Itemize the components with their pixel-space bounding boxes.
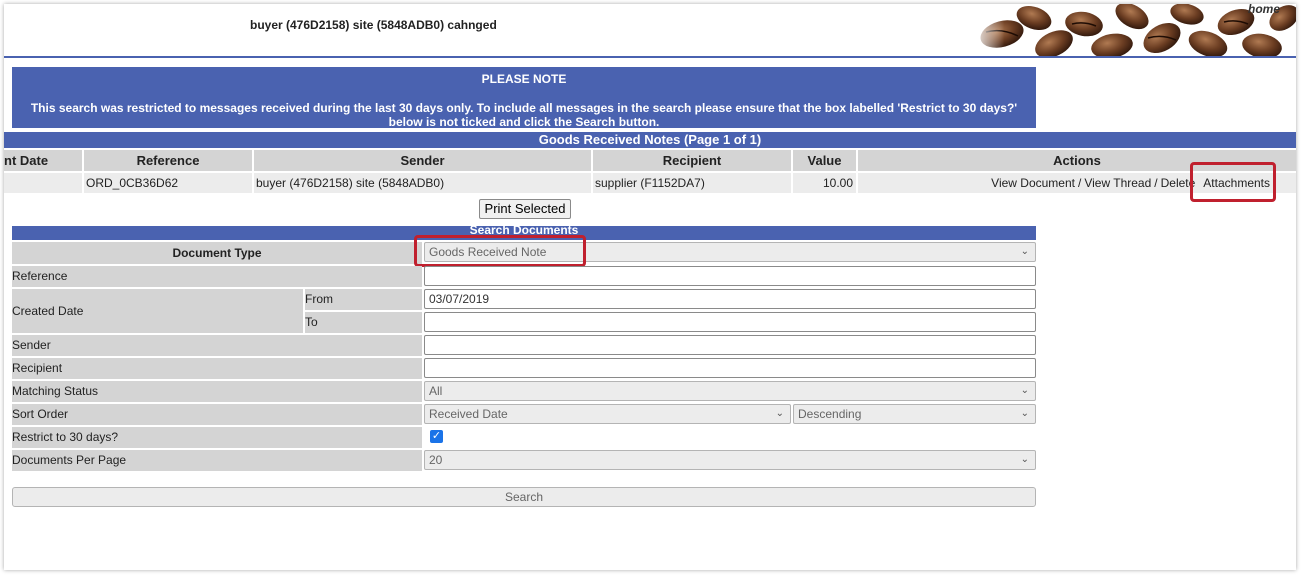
sender-input[interactable] <box>424 335 1036 355</box>
print-selected-button[interactable]: Print Selected <box>479 199 571 219</box>
checkmark-icon: ✓ <box>431 430 442 442</box>
reference-input[interactable] <box>424 266 1036 286</box>
per-page-select[interactable]: 20 ⌄ <box>424 450 1036 470</box>
attachments-link[interactable]: Attachments <box>1203 176 1270 190</box>
sort-order-label: Sort Order <box>12 404 422 425</box>
sort-direction-select[interactable]: Descending ⌄ <box>793 404 1036 424</box>
cell-sender: buyer (476D2158) site (5848ADB0) <box>254 173 593 193</box>
created-date-to-label: To <box>305 312 422 333</box>
page-frame: buyer (476D2158) site (5848ADB0) cahnged <box>4 4 1296 570</box>
cell-date <box>4 173 84 193</box>
notice-title: PLEASE NOTE <box>481 72 567 86</box>
restrict-label: Restrict to 30 days? <box>12 427 422 448</box>
restrict-checkbox[interactable]: ✓ <box>430 430 443 443</box>
document-type-value: Goods Received Note <box>429 245 547 259</box>
recipient-input[interactable] <box>424 358 1036 378</box>
search-section-title: Search Documents <box>12 226 1036 240</box>
cell-recipient: supplier (F1152DA7) <box>593 173 793 193</box>
sender-label: Sender <box>12 335 422 356</box>
col-header-actions: Actions <box>858 150 1296 171</box>
col-header-recipient[interactable]: Recipient <box>593 150 793 171</box>
matching-status-value: All <box>429 384 443 398</box>
notice-body: This search was restricted to messages r… <box>30 101 1018 129</box>
col-header-value[interactable]: Value <box>793 150 858 171</box>
notice-box: PLEASE NOTE This search was restricted t… <box>12 67 1036 129</box>
cell-reference: ORD_0CB36D62 <box>84 173 254 193</box>
matching-status-label: Matching Status <box>12 381 422 402</box>
header-divider <box>4 56 1296 58</box>
chevron-down-icon: ⌄ <box>1020 408 1029 419</box>
chevron-down-icon: ⌄ <box>1020 385 1029 396</box>
reference-label: Reference <box>12 266 422 287</box>
col-header-sender[interactable]: Sender <box>254 150 593 171</box>
home-link[interactable]: home <box>1248 4 1280 16</box>
sort-field-value: Received Date <box>429 407 508 421</box>
action-separator: / <box>1154 176 1158 190</box>
created-date-from-input[interactable]: 03/07/2019 <box>424 289 1036 309</box>
col-header-reference[interactable]: Reference <box>84 150 254 171</box>
created-date-to-input[interactable] <box>424 312 1036 332</box>
created-date-label: Created Date <box>12 289 303 333</box>
delete-link[interactable]: Delete <box>1161 176 1196 190</box>
sort-field-select[interactable]: Received Date ⌄ <box>424 404 791 424</box>
recipient-label: Recipient <box>12 358 422 379</box>
col-header-date[interactable]: nt Date <box>4 150 84 171</box>
per-page-value: 20 <box>429 453 443 467</box>
chevron-down-icon: ⌄ <box>1020 246 1029 257</box>
per-page-label: Documents Per Page <box>12 450 422 471</box>
chevron-down-icon: ⌄ <box>775 408 784 419</box>
chevron-down-icon: ⌄ <box>1020 454 1029 465</box>
matching-status-select[interactable]: All ⌄ <box>424 381 1036 401</box>
sort-direction-value: Descending <box>798 407 862 421</box>
cell-actions: View Document / View Thread / Delete Attachme… <box>858 173 1296 193</box>
action-separator: / <box>1077 176 1082 190</box>
document-type-select[interactable]: Goods Received Note ⌄ <box>424 242 1036 262</box>
search-button[interactable]: Search <box>12 487 1036 507</box>
results-title: Goods Received Notes (Page 1 of 1) <box>4 132 1296 148</box>
view-document-link[interactable]: View Document <box>991 176 1075 190</box>
view-thread-link[interactable]: View Thread <box>1084 176 1151 190</box>
document-type-label: Document Type <box>12 242 422 264</box>
cell-value: 10.00 <box>793 173 858 193</box>
created-date-from-label: From <box>305 289 422 310</box>
page-title: buyer (476D2158) site (5848ADB0) cahnged <box>250 18 497 32</box>
